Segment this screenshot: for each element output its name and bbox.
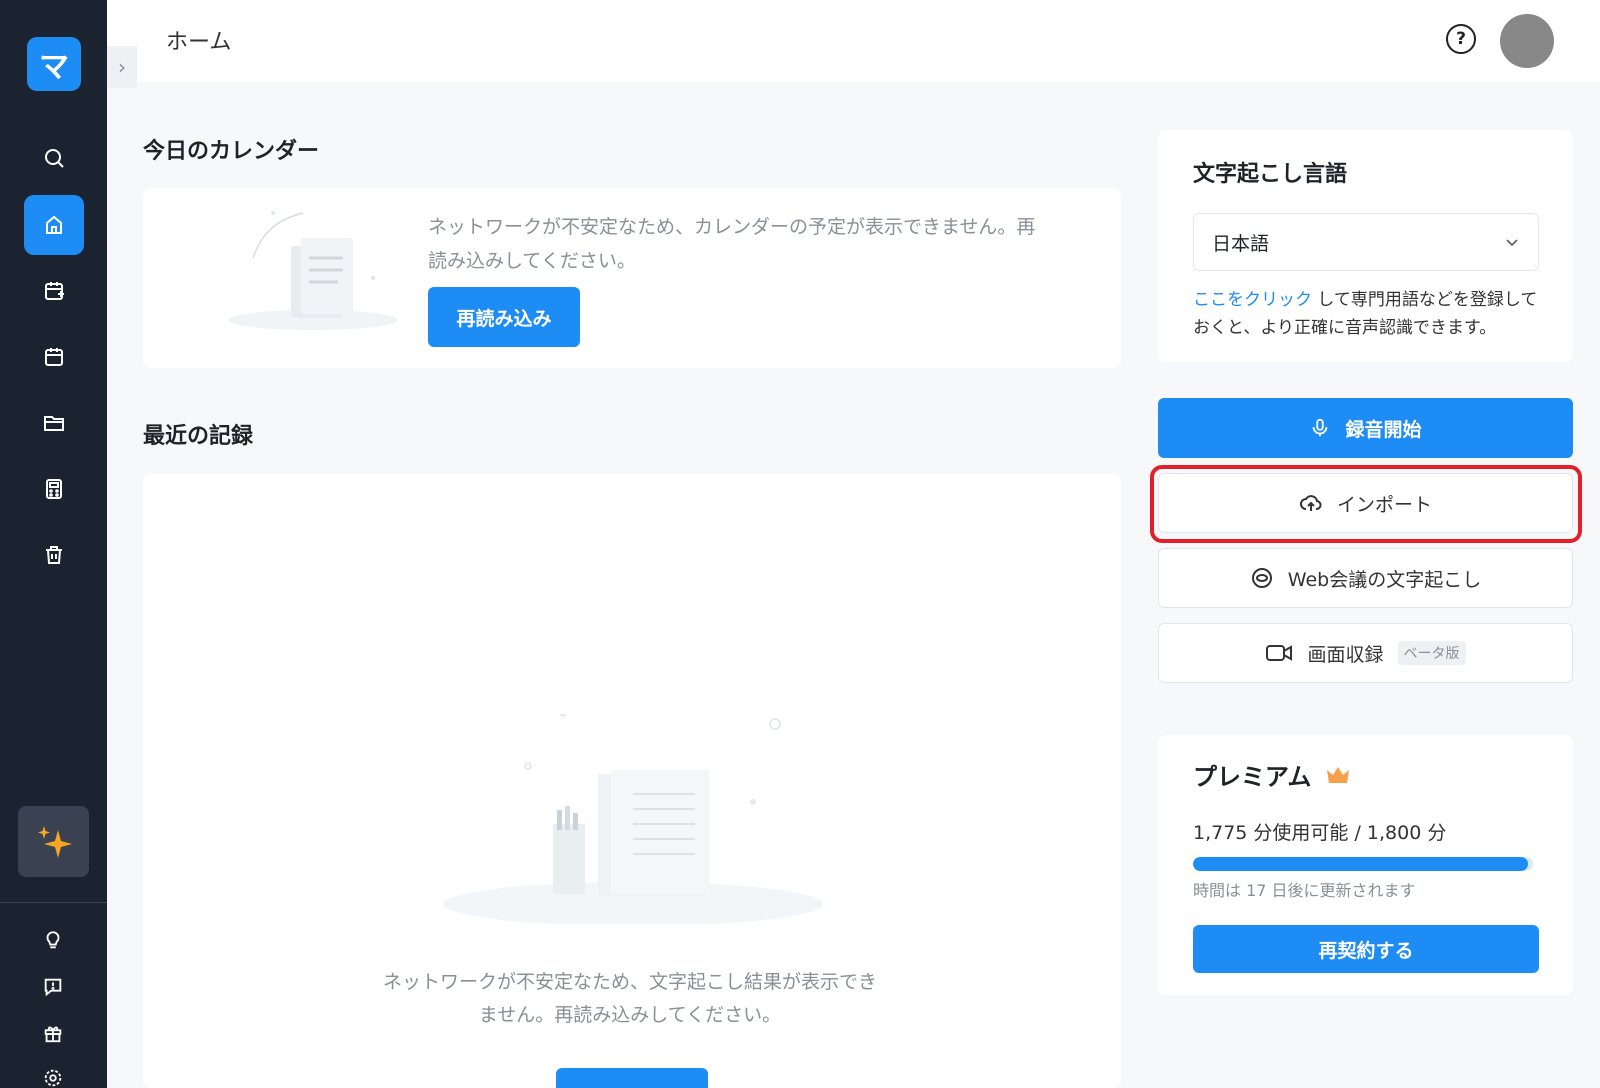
settings-button[interactable] [38, 1063, 68, 1088]
renew-button[interactable]: 再契約する [1193, 925, 1539, 973]
search-button[interactable] [24, 128, 84, 188]
language-heading: 文字起こし言語 [1193, 162, 1348, 187]
premium-title: プレミアム [1193, 763, 1312, 791]
chevron-right-icon: › [118, 55, 126, 79]
usage-progress-fill [1193, 857, 1529, 871]
search-icon [45, 149, 64, 168]
usage-progress-bar [1193, 857, 1533, 871]
nav-trash[interactable] [24, 525, 84, 585]
sparkle-icon [37, 825, 72, 858]
recent-heading: 最近の記録 [143, 424, 254, 449]
web-meeting-label: Web会議の文字起こし [1287, 568, 1482, 591]
screen-record-label: 画面収録 [1307, 643, 1384, 666]
calendar-add-icon [45, 282, 64, 300]
calendar-error-message: ネットワークが不安定なため、カレンダーの予定が表示できません。再読み込みしてくだ… [428, 216, 1036, 272]
home-icon [46, 215, 62, 234]
sidebar-divider [0, 902, 107, 903]
usage-text: 1,775 分使用可能 / 1,800 分 [1193, 822, 1447, 844]
ai-assistant-button[interactable] [18, 806, 89, 877]
gift-button[interactable] [38, 1018, 68, 1048]
folder-icon [44, 416, 64, 431]
beta-badge: ベータ版 [1397, 641, 1466, 665]
language-select[interactable]: 日本語 [1193, 213, 1539, 271]
renew-note: 時間は 17 日後に更新されます [1193, 881, 1416, 900]
app-logo[interactable]: マ [27, 37, 81, 91]
calendar-heading: 今日のカレンダー [143, 139, 320, 164]
start-recording-button[interactable]: 録音開始 [1158, 398, 1573, 458]
feedback-icon [44, 978, 62, 997]
top-header [107, 0, 1600, 82]
sidebar-collapse-button[interactable]: › [107, 46, 137, 88]
crown-icon [1327, 766, 1350, 783]
sidebar: マ [0, 0, 107, 1088]
video-icon [1266, 645, 1293, 661]
avatar[interactable] [1500, 14, 1554, 68]
import-highlight-frame [1150, 465, 1582, 543]
calendar-empty-illustration [228, 211, 398, 330]
screen-record-button[interactable]: 画面収録 ベータ版 [1158, 623, 1573, 683]
web-meeting-button[interactable]: Web会議の文字起こし [1158, 548, 1573, 608]
nav-home[interactable] [24, 195, 84, 255]
glossary-link[interactable]: ここをクリック [1193, 290, 1312, 310]
chevron-down-icon [1506, 239, 1518, 247]
records-empty-illustration [443, 714, 823, 924]
language-note: ここをクリック して専門用語などを登録しておくと、より正確に音声認識できます。 [1193, 286, 1543, 342]
nav-calendar[interactable] [24, 327, 84, 387]
nav-calendar-add[interactable] [24, 261, 84, 321]
feedback-button[interactable] [38, 972, 68, 1002]
premium-heading: プレミアム [1193, 757, 1351, 792]
meeting-icon [1251, 568, 1272, 588]
nav-calculator[interactable] [24, 459, 84, 519]
start-recording-label: 録音開始 [1345, 418, 1422, 441]
records-reload-button[interactable] [556, 1068, 708, 1088]
tips-button[interactable] [38, 925, 68, 955]
settings-icon [44, 1069, 62, 1087]
page-title: ホーム [166, 30, 232, 55]
trash-icon [46, 546, 62, 564]
calendar-icon [45, 348, 63, 366]
gift-icon [44, 1026, 62, 1043]
lightbulb-icon [46, 931, 60, 949]
nav-folder[interactable] [24, 393, 84, 453]
records-error-message: ネットワークが不安定なため、文字起こし結果が表示できません。再読み込みしてくださ… [382, 971, 877, 1026]
help-icon[interactable]: ? [1446, 24, 1476, 54]
language-selected-value: 日本語 [1212, 232, 1270, 255]
calculator-icon [46, 479, 62, 499]
mic-icon [1313, 418, 1328, 437]
calendar-reload-button[interactable]: 再読み込み [428, 287, 580, 347]
